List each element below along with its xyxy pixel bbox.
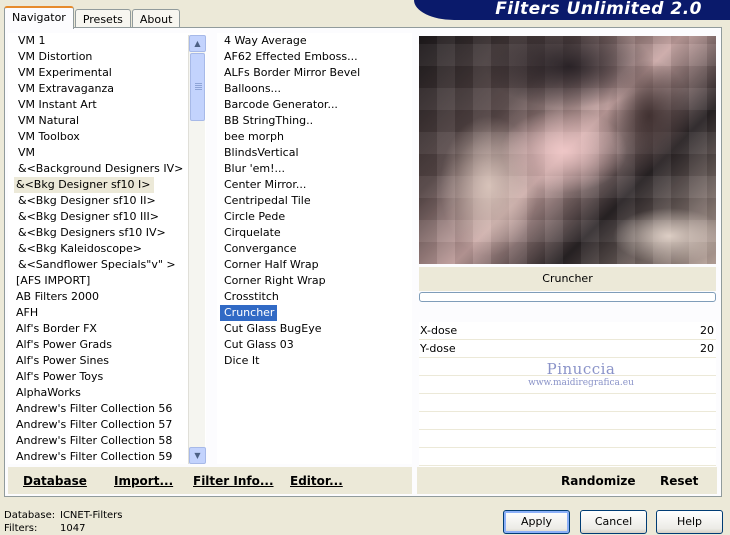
category-item-selected-wrap: &<Bkg Designer sf10 I>	[8, 177, 206, 193]
param-row-empty	[419, 358, 716, 376]
scroll-down-button[interactable]: ▼	[189, 447, 206, 464]
database-link[interactable]: Database	[23, 474, 87, 488]
category-item[interactable]: &<Bkg Designers sf10 IV>	[8, 225, 206, 241]
category-item[interactable]: VM	[8, 145, 206, 161]
category-item[interactable]: AFH	[8, 305, 206, 321]
param-value: 20	[700, 342, 714, 355]
cancel-button[interactable]: Cancel	[580, 510, 647, 534]
logo-bar: Filters Unlimited 2.0	[414, 0, 730, 20]
filter-name-label: Cruncher	[419, 267, 716, 291]
filter-info-link[interactable]: Filter Info...	[193, 474, 274, 488]
randomize-link[interactable]: Randomize	[561, 474, 635, 488]
category-item[interactable]: VM Extravaganza	[8, 81, 206, 97]
param-row-empty	[419, 448, 716, 466]
param-row-empty	[419, 394, 716, 412]
status-area: Database: ICNET-Filters Filters: 1047	[4, 509, 123, 535]
category-list[interactable]: VM 1 VM Distortion VM Experimental VM Extra…	[8, 33, 206, 464]
category-item[interactable]: VM Distortion	[8, 49, 206, 65]
param-value: 20	[700, 324, 714, 337]
scroll-up-button[interactable]: ▲	[189, 35, 206, 52]
scroll-thumb[interactable]	[190, 53, 205, 121]
help-button[interactable]: Help	[656, 510, 723, 534]
database-value: ICNET-Filters	[60, 510, 123, 521]
category-item[interactable]: VM Instant Art	[8, 97, 206, 113]
filter-item[interactable]: Center Mirror...	[217, 177, 412, 193]
filters-label: Filters:	[4, 523, 38, 534]
category-item[interactable]: VM Experimental	[8, 65, 206, 81]
filter-item[interactable]: Cirquelate	[217, 225, 412, 241]
right-action-bar: Randomize Reset	[417, 467, 717, 494]
param-row-y-dose[interactable]: Y-dose 20	[419, 340, 716, 358]
category-item[interactable]: Alf's Power Toys	[8, 369, 206, 385]
param-label: X-dose	[420, 324, 458, 337]
filter-item[interactable]: Dice It	[217, 353, 412, 369]
category-item[interactable]: Alf's Border FX	[8, 321, 206, 337]
param-row-empty	[419, 430, 716, 448]
category-item[interactable]: Andrew's Filter Collection 58	[8, 433, 206, 449]
filter-list[interactable]: 4 Way Average AF62 Effected Emboss... ALFs…	[217, 33, 412, 464]
filter-item[interactable]: Cruncher	[220, 305, 278, 321]
category-item[interactable]: &<Bkg Kaleidoscope>	[8, 241, 206, 257]
tab-navigator[interactable]: Navigator	[4, 6, 74, 29]
param-row-empty	[419, 412, 716, 430]
reset-link[interactable]: Reset	[660, 474, 698, 488]
filter-item[interactable]: Circle Pede	[217, 209, 412, 225]
progress-bar	[419, 292, 716, 302]
filter-item[interactable]: Corner Right Wrap	[217, 273, 412, 289]
category-item[interactable]: AlphaWorks	[8, 385, 206, 401]
category-item[interactable]: Alf's Power Grads	[8, 337, 206, 353]
category-item[interactable]: &<Bkg Designer sf10 I>	[14, 177, 154, 193]
category-item[interactable]: &<Sandflower Specials"v" >	[8, 257, 206, 273]
filters-count: 1047	[60, 523, 86, 534]
param-row-empty	[419, 376, 716, 394]
filter-item[interactable]: Cut Glass 03	[217, 337, 412, 353]
filter-item[interactable]: BB StringThing..	[217, 113, 412, 129]
preview-image	[419, 36, 716, 264]
category-item[interactable]: VM Toolbox	[8, 129, 206, 145]
filter-item[interactable]: bee morph	[217, 129, 412, 145]
filter-item[interactable]: Convergance	[217, 241, 412, 257]
category-item[interactable]: &<Bkg Designer sf10 II>	[8, 193, 206, 209]
param-row-x-dose[interactable]: X-dose 20	[419, 322, 716, 340]
category-item[interactable]: Andrew's Filter Collection 57	[8, 417, 206, 433]
category-item[interactable]: Andrew's Filter Collection 59	[8, 449, 206, 464]
filter-item-selected-wrap: Cruncher	[217, 305, 412, 321]
category-item[interactable]: VM Natural	[8, 113, 206, 129]
parameter-list: X-dose 20 Y-dose 20	[419, 322, 716, 484]
import-link[interactable]: Import...	[114, 474, 173, 488]
database-label: Database:	[4, 510, 56, 521]
tab-strip: Navigator Presets About	[4, 6, 181, 29]
filter-item[interactable]: Corner Half Wrap	[217, 257, 412, 273]
filter-item[interactable]: Cut Glass BugEye	[217, 321, 412, 337]
app-logo: Filters Unlimited 2.0	[495, 0, 702, 19]
editor-link[interactable]: Editor...	[290, 474, 343, 488]
tab-about[interactable]: About	[131, 9, 181, 29]
filter-item[interactable]: ALFs Border Mirror Bevel	[217, 65, 412, 81]
category-scrollbar[interactable]: ▲ ▼	[188, 35, 206, 464]
filter-item[interactable]: Blur 'em!...	[217, 161, 412, 177]
category-item[interactable]: AB Filters 2000	[8, 289, 206, 305]
category-item[interactable]: &<Bkg Designer sf10 III>	[8, 209, 206, 225]
filter-item[interactable]: AF62 Effected Emboss...	[217, 49, 412, 65]
param-label: Y-dose	[420, 342, 456, 355]
category-item[interactable]: Alf's Power Sines	[8, 353, 206, 369]
apply-button[interactable]: Apply	[503, 510, 570, 534]
left-action-bar: Database Import... Filter Info... Editor…	[8, 467, 412, 494]
filter-item[interactable]: Crosstitch	[217, 289, 412, 305]
filter-item[interactable]: Balloons...	[217, 81, 412, 97]
filter-item[interactable]: Barcode Generator...	[217, 97, 412, 113]
category-item[interactable]: &<Background Designers IV>	[8, 161, 206, 177]
filter-item[interactable]: BlindsVertical	[217, 145, 412, 161]
tab-presets[interactable]: Presets	[74, 9, 131, 29]
category-item[interactable]: Andrew's Filter Collection 56	[8, 401, 206, 417]
category-item[interactable]: VM 1	[8, 33, 206, 49]
category-item[interactable]: [AFS IMPORT]	[8, 273, 206, 289]
filter-item[interactable]: 4 Way Average	[217, 33, 412, 49]
filter-item[interactable]: Centripedal Tile	[217, 193, 412, 209]
